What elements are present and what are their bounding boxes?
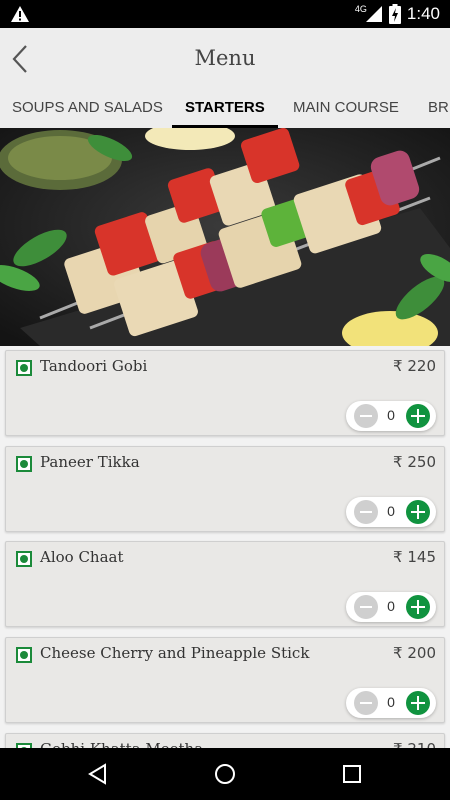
menu-item-card: Cheese Cherry and Pineapple Stick ₹ 200 …: [5, 637, 445, 723]
item-name: Cheese Cherry and Pineapple Stick: [40, 644, 310, 662]
plus-icon[interactable]: [406, 404, 430, 428]
item-price: ₹ 210: [393, 740, 436, 748]
tab-starters[interactable]: STARTERS: [172, 90, 278, 128]
item-price: ₹ 200: [393, 644, 436, 662]
quantity-stepper: 0: [346, 592, 436, 622]
item-name: Paneer Tikka: [40, 453, 140, 471]
veg-indicator-icon: [16, 456, 32, 472]
page-title: Menu: [194, 46, 256, 70]
signal-icon: [365, 6, 382, 22]
item-price: ₹ 250: [393, 453, 436, 471]
veg-indicator-icon: [16, 647, 32, 663]
minus-icon[interactable]: [354, 404, 378, 428]
system-nav-bar: [0, 748, 450, 800]
plus-icon[interactable]: [406, 691, 430, 715]
menu-item-card: Tandoori Gobi ₹ 220 0: [5, 350, 445, 436]
battery-icon: [388, 4, 401, 24]
quantity-value: 0: [387, 407, 395, 423]
minus-icon[interactable]: [354, 500, 378, 524]
nav-back-icon[interactable]: [86, 762, 110, 786]
veg-indicator-icon: [16, 360, 32, 376]
nav-home-icon[interactable]: [213, 762, 237, 786]
quantity-stepper: 0: [346, 401, 436, 431]
veg-indicator-icon: [16, 551, 32, 567]
quantity-stepper: 0: [346, 688, 436, 718]
menu-item-list: Tandoori Gobi ₹ 220 0 Paneer Tikka ₹ 250…: [0, 346, 450, 748]
tab-soups-and-salads[interactable]: SOUPS AND SALADS: [12, 90, 163, 128]
item-price: ₹ 220: [393, 357, 436, 375]
minus-icon[interactable]: [354, 595, 378, 619]
category-tabs: SOUPS AND SALADS STARTERS MAIN COURSE BR…: [0, 90, 450, 128]
item-price: ₹ 145: [393, 548, 436, 566]
quantity-value: 0: [387, 503, 395, 519]
status-time: 1:40: [406, 4, 440, 23]
app-bar: Menu: [0, 28, 450, 90]
menu-item-card: Paneer Tikka ₹ 250 0: [5, 446, 445, 532]
network-type-label: 4G: [354, 4, 367, 14]
item-name: Aloo Chaat: [40, 548, 124, 566]
hero-image: [0, 128, 450, 346]
tab-main-course[interactable]: MAIN COURSE: [293, 90, 399, 128]
minus-icon[interactable]: [354, 691, 378, 715]
paneer-skewer-image: [0, 128, 450, 346]
menu-item-card: Gobhi Khatta Meetha ₹ 210 0: [5, 733, 445, 748]
status-bar: 4G 1:40: [0, 0, 450, 28]
quantity-stepper: 0: [346, 497, 436, 527]
quantity-value: 0: [387, 694, 395, 710]
item-name: Gobhi Khatta Meetha: [40, 740, 203, 748]
plus-icon[interactable]: [406, 595, 430, 619]
menu-item-card: Aloo Chaat ₹ 145 0: [5, 541, 445, 627]
tab-breads[interactable]: BRE: [428, 90, 450, 128]
quantity-value: 0: [387, 598, 395, 614]
nav-recents-icon[interactable]: [340, 762, 364, 786]
item-name: Tandoori Gobi: [40, 357, 148, 375]
plus-icon[interactable]: [406, 500, 430, 524]
warning-icon: [11, 6, 29, 22]
